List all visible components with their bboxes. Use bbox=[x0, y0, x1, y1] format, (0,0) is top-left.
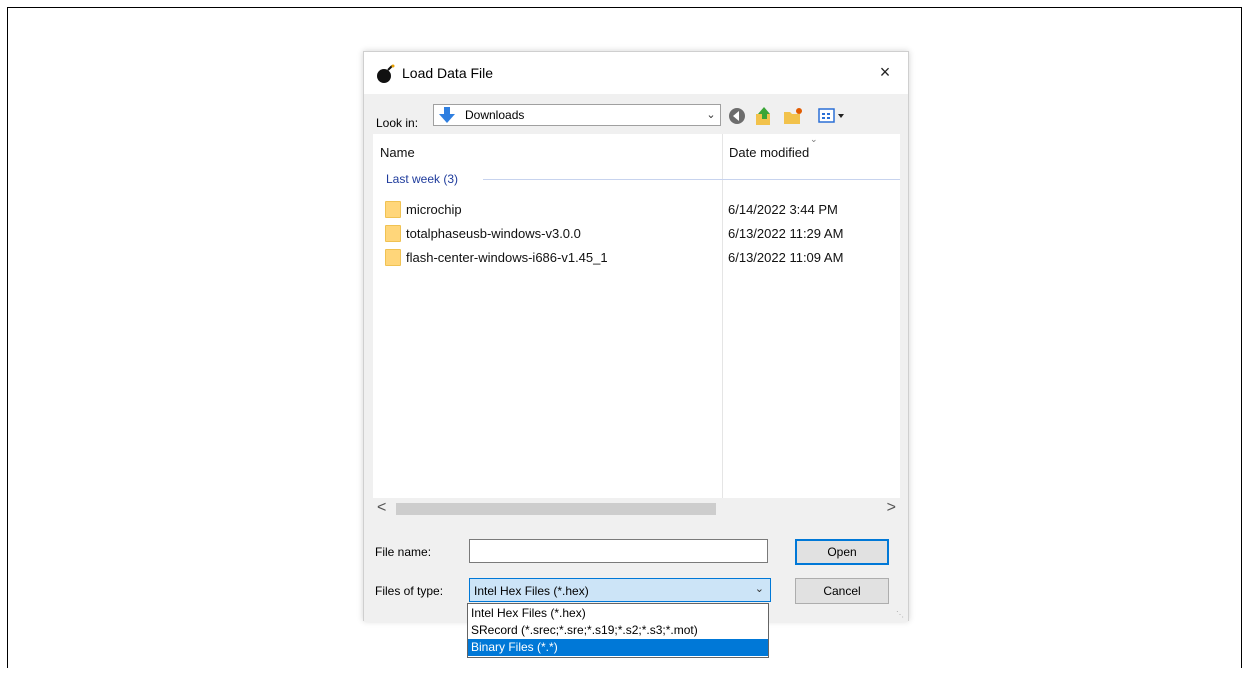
folder-icon bbox=[385, 225, 401, 242]
close-button[interactable]: × bbox=[874, 61, 896, 83]
file-name: microchip bbox=[406, 202, 462, 217]
file-name: totalphaseusb-windows-v3.0.0 bbox=[406, 226, 581, 241]
dialog-title: Load Data File bbox=[402, 65, 494, 81]
open-button[interactable]: Open bbox=[795, 539, 889, 565]
files-of-type-label: Files of type: bbox=[375, 584, 444, 598]
files-of-type-dropdown[interactable]: Intel Hex Files (*.hex) SRecord (*.srec;… bbox=[467, 603, 769, 658]
files-of-type-select[interactable]: Intel Hex Files (*.hex) ⌄ bbox=[469, 578, 771, 602]
horizontal-scrollbar[interactable]: < > bbox=[373, 498, 900, 520]
column-header-name[interactable]: Name bbox=[380, 145, 415, 160]
look-in-combobox[interactable]: Downloads ⌄ bbox=[433, 104, 721, 126]
file-list[interactable]: Name ⌄ Date modified Last week (3) micro… bbox=[373, 134, 900, 520]
group-divider bbox=[483, 179, 900, 180]
folder-icon bbox=[385, 201, 401, 218]
new-folder-icon[interactable] bbox=[782, 105, 804, 127]
scroll-left-icon[interactable]: < bbox=[377, 499, 386, 517]
list-item[interactable]: flash-center-windows-i686-v1.45_1 6/13/2… bbox=[373, 245, 900, 269]
look-in-value: Downloads bbox=[465, 108, 525, 122]
scroll-right-icon[interactable]: > bbox=[887, 499, 896, 517]
option-srecord[interactable]: SRecord (*.srec;*.sre;*.s19;*.s2;*.s3;*.… bbox=[468, 622, 768, 639]
file-date: 6/13/2022 11:29 AM bbox=[728, 226, 844, 241]
cancel-button[interactable]: Cancel bbox=[795, 578, 889, 604]
bomb-app-icon bbox=[377, 64, 395, 83]
list-item[interactable]: microchip 6/14/2022 3:44 PM bbox=[373, 197, 900, 221]
back-icon[interactable] bbox=[726, 105, 748, 127]
file-name-input[interactable] bbox=[469, 539, 768, 563]
file-name: flash-center-windows-i686-v1.45_1 bbox=[406, 250, 608, 265]
sort-chevron-icon: ⌄ bbox=[810, 134, 818, 144]
list-item[interactable]: totalphaseusb-windows-v3.0.0 6/13/2022 1… bbox=[373, 221, 900, 245]
file-name-label: File name: bbox=[375, 545, 432, 559]
dialog-body: Look in: Downloads ⌄ Name ⌄ Date modifie… bbox=[364, 94, 908, 622]
view-menu-icon[interactable] bbox=[817, 105, 847, 127]
chevron-down-icon: ⌄ bbox=[706, 109, 716, 121]
folder-icon bbox=[385, 249, 401, 266]
group-header-last-week[interactable]: Last week (3) bbox=[386, 172, 458, 186]
file-date: 6/13/2022 11:09 AM bbox=[728, 250, 844, 265]
files-of-type-value: Intel Hex Files (*.hex) bbox=[474, 584, 589, 598]
look-in-label: Look in: bbox=[376, 116, 419, 130]
up-folder-icon[interactable] bbox=[753, 105, 775, 127]
option-binary[interactable]: Binary Files (*.*) bbox=[468, 639, 768, 656]
column-header-date-modified[interactable]: Date modified bbox=[729, 145, 809, 160]
title-bar: Load Data File × bbox=[364, 52, 908, 94]
resize-grip-icon[interactable]: ⋱ bbox=[896, 610, 906, 620]
file-date: 6/14/2022 3:44 PM bbox=[728, 202, 838, 217]
scrollbar-thumb[interactable] bbox=[396, 503, 716, 515]
chevron-down-icon: ⌄ bbox=[754, 583, 764, 595]
option-intel-hex[interactable]: Intel Hex Files (*.hex) bbox=[468, 605, 768, 622]
load-data-file-dialog: Load Data File × Look in: Downloads ⌄ Na… bbox=[363, 51, 909, 622]
column-divider bbox=[722, 134, 723, 498]
downloads-arrow-icon bbox=[439, 107, 455, 123]
